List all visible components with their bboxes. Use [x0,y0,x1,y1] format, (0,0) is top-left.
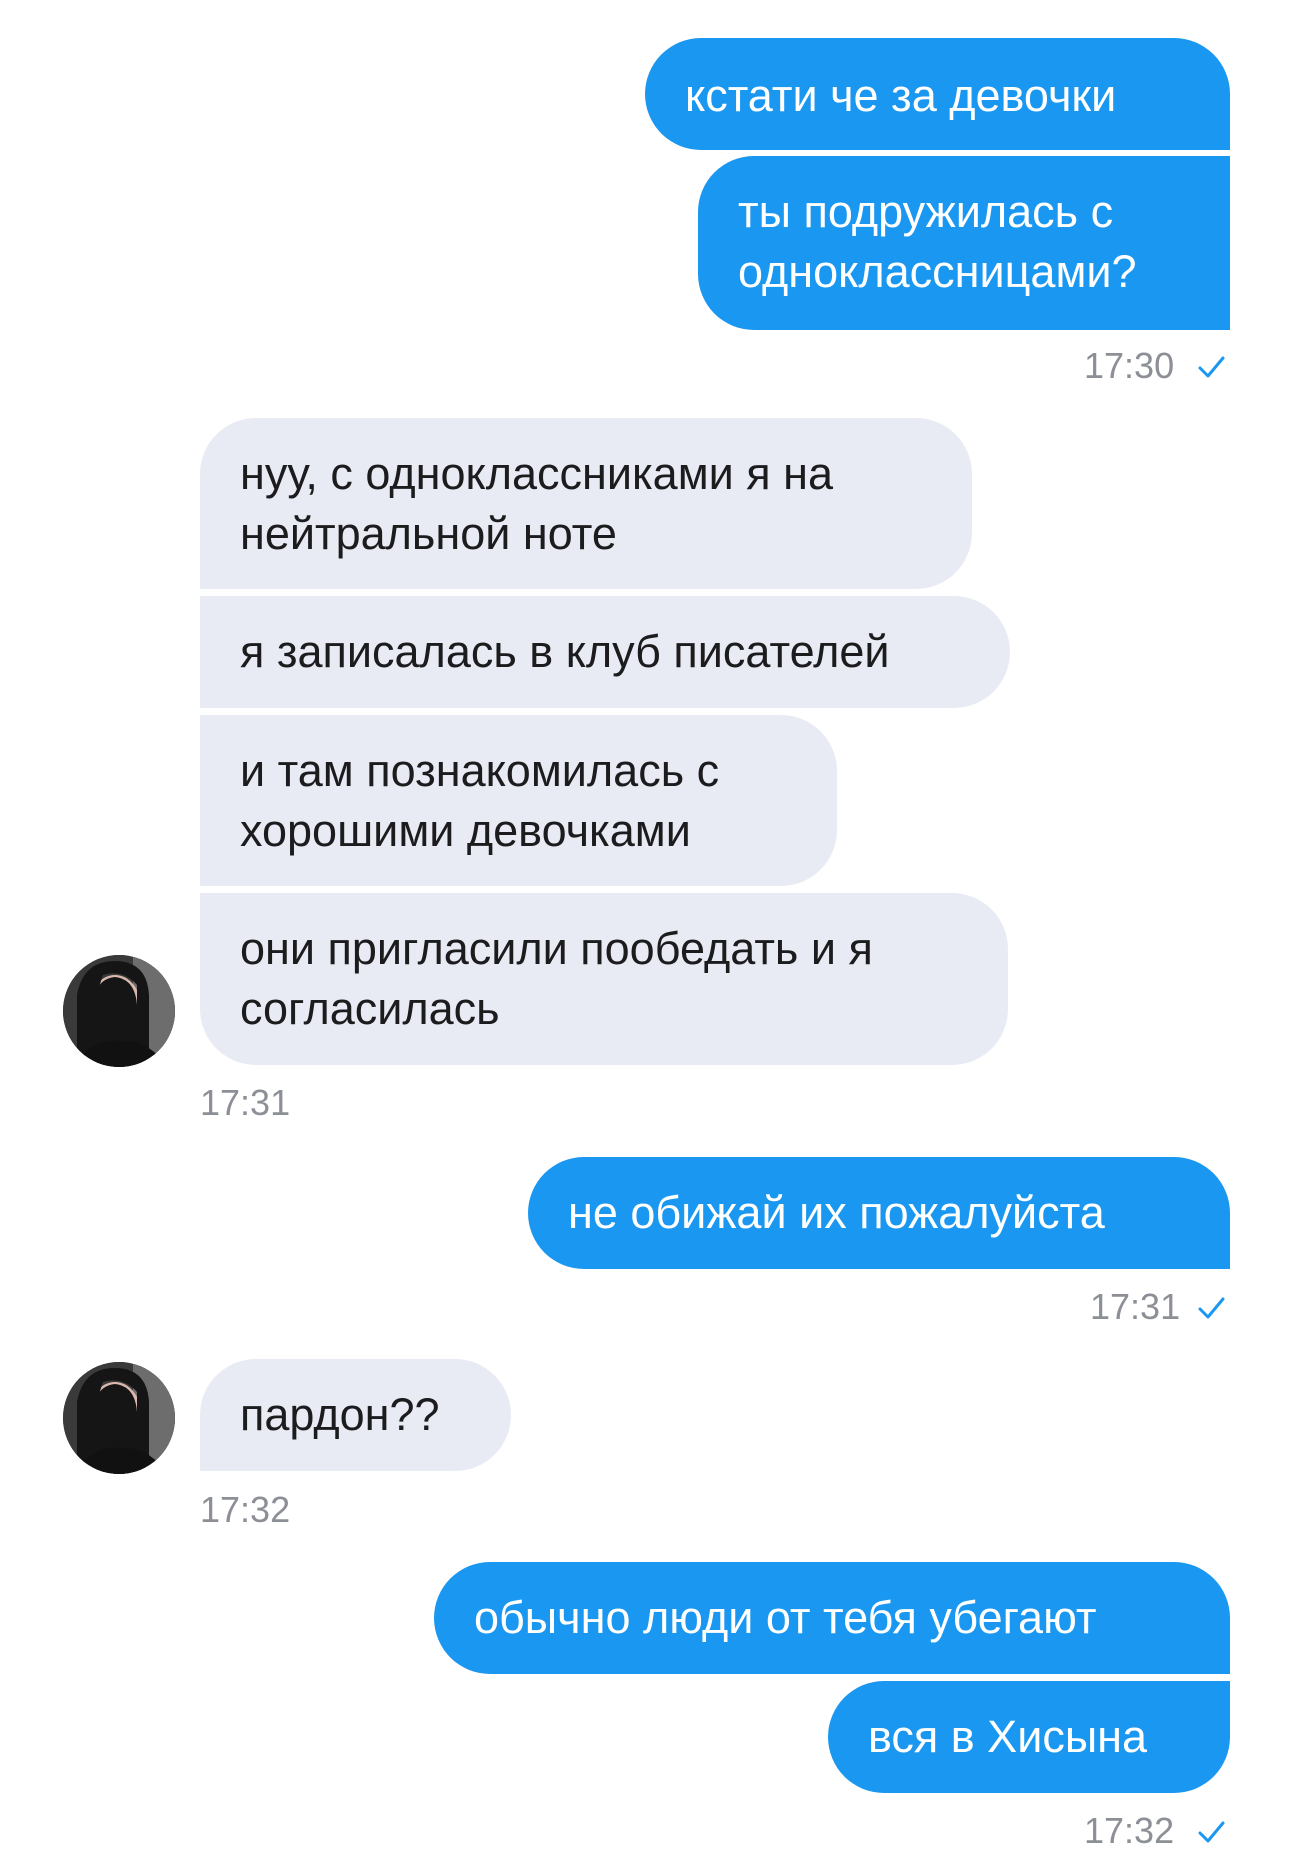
check-icon [1198,356,1225,378]
incoming-message[interactable]: они пригласили пообедать и я согласилась [200,893,1008,1065]
outgoing-message[interactable]: обычно люди от тебя убегают [434,1562,1230,1674]
message-timestamp: 17:30 [1084,345,1175,386]
incoming-message[interactable]: нуу, с одноклассниками я на нейтральной … [200,418,972,589]
avatar[interactable] [63,955,175,1067]
outgoing-message[interactable]: не обижай их пожалуйста [528,1157,1230,1269]
incoming-message[interactable]: я записалась в клуб писателей [200,596,1010,708]
outgoing-message[interactable]: вся в Хисына [828,1681,1230,1793]
avatar-image [63,1362,175,1474]
avatar-image [63,955,175,1067]
message-timestamp: 17:32 [1084,1810,1175,1851]
outgoing-message[interactable]: кстати че за девочки [645,38,1230,150]
message-timestamp: 17:31 [1090,1286,1181,1327]
check-icon [1198,1297,1225,1319]
message-timestamp: 17:32 [200,1489,291,1530]
incoming-message[interactable]: пардон?? [200,1359,511,1471]
message-timestamp: 17:31 [200,1082,291,1123]
incoming-message[interactable]: и там познакомилась с хорошими девочками [200,715,837,886]
check-icon [1198,1821,1225,1843]
outgoing-message[interactable]: ты подружилась с одноклассницами? [698,156,1230,330]
avatar[interactable] [63,1362,175,1474]
